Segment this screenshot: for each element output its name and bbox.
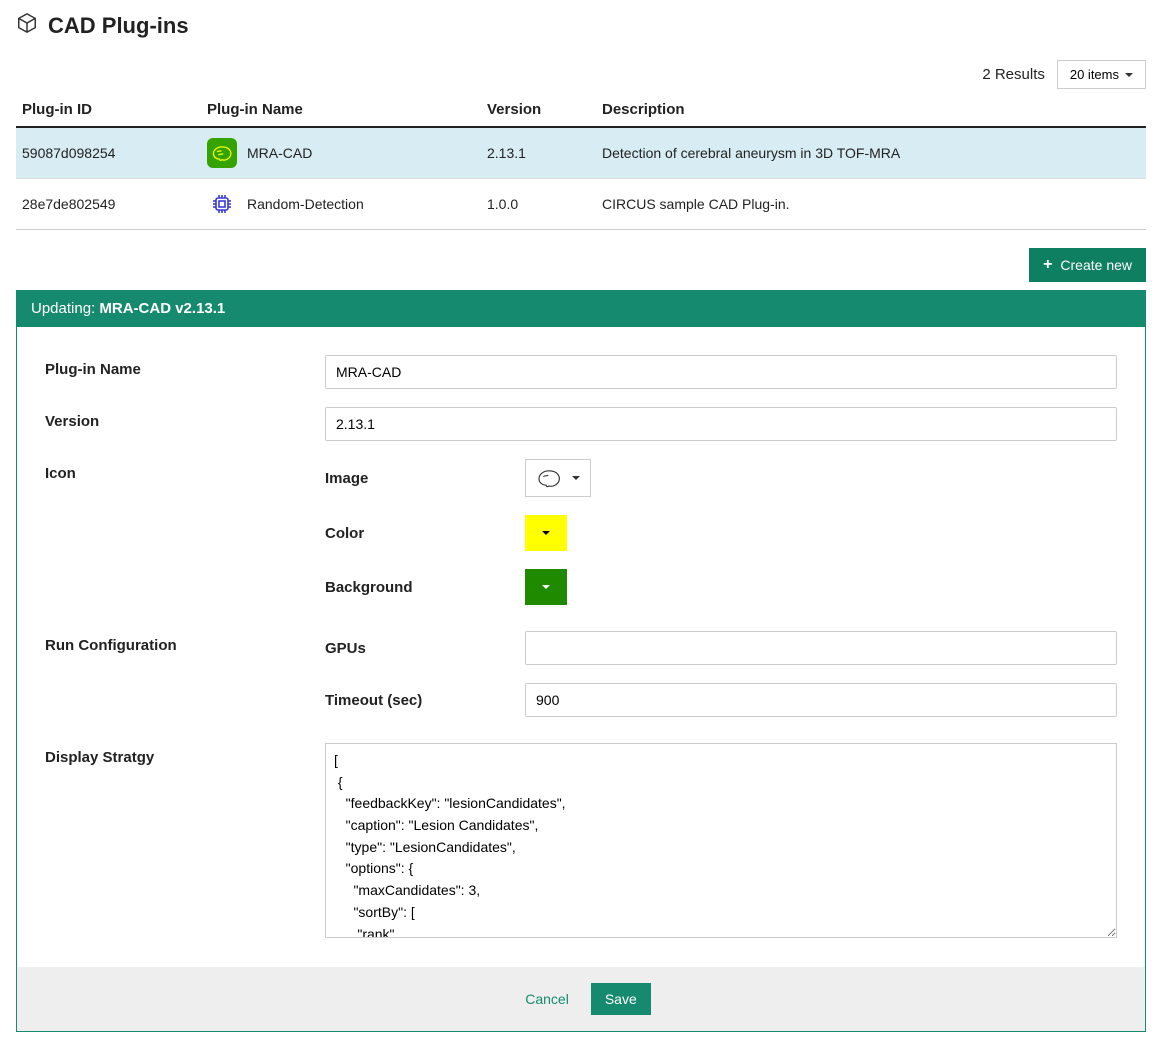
icon-color-label: Color xyxy=(325,525,525,542)
cell-name: Random-Detection xyxy=(247,196,364,212)
col-header-version: Version xyxy=(481,93,596,127)
col-header-name: Plug-in Name xyxy=(201,93,481,127)
editor-panel: Updating: MRA-CAD v2.13.1 Plug-in Name V… xyxy=(16,290,1146,1032)
results-count: 2 Results xyxy=(982,66,1045,83)
icon-background-picker[interactable] xyxy=(525,569,567,605)
version-input[interactable] xyxy=(325,407,1117,441)
icon-image-picker[interactable] xyxy=(525,459,591,497)
chevron-down-icon xyxy=(1125,73,1133,77)
cell-version: 2.13.1 xyxy=(481,127,596,179)
col-header-description: Description xyxy=(596,93,1146,127)
plugin-name-label: Plug-in Name xyxy=(45,355,325,378)
save-button[interactable]: Save xyxy=(591,983,651,1015)
create-new-button[interactable]: + Create new xyxy=(1029,248,1146,282)
editor-header-title: MRA-CAD v2.13.1 xyxy=(99,300,225,317)
create-new-label: Create new xyxy=(1060,257,1132,273)
chevron-down-icon xyxy=(542,585,550,589)
page-header: CAD Plug-ins xyxy=(16,12,1146,40)
timeout-label: Timeout (sec) xyxy=(325,692,525,709)
icon-section-label: Icon xyxy=(45,459,325,482)
cell-id: 28e7de802549 xyxy=(16,179,201,230)
table-row[interactable]: 59087d098254 MRA-CAD 2.13.1 Detection of… xyxy=(16,127,1146,179)
package-icon xyxy=(16,12,38,40)
cell-version: 1.0.0 xyxy=(481,179,596,230)
editor-footer: Cancel Save xyxy=(17,967,1145,1031)
results-bar: 2 Results 20 items xyxy=(16,60,1146,89)
display-strategy-textarea[interactable] xyxy=(325,743,1117,938)
icon-image-label: Image xyxy=(325,470,525,487)
table-row[interactable]: 28e7de802549 Random-Detection xyxy=(16,179,1146,230)
cell-name: MRA-CAD xyxy=(247,145,312,161)
plus-icon: + xyxy=(1043,256,1052,274)
gpus-label: GPUs xyxy=(325,640,525,657)
editor-header-prefix: Updating: xyxy=(31,300,99,317)
run-config-label: Run Configuration xyxy=(45,631,325,654)
items-per-page-select[interactable]: 20 items xyxy=(1057,60,1146,89)
editor-header: Updating: MRA-CAD v2.13.1 xyxy=(17,290,1145,327)
icon-background-label: Background xyxy=(325,579,525,596)
version-label: Version xyxy=(45,407,325,430)
brain-icon xyxy=(207,138,237,168)
cell-description: Detection of cerebral aneurysm in 3D TOF… xyxy=(596,127,1146,179)
chip-icon xyxy=(207,189,237,219)
icon-color-picker[interactable] xyxy=(525,515,567,551)
chevron-down-icon xyxy=(542,531,550,535)
cancel-button[interactable]: Cancel xyxy=(511,983,583,1015)
plugin-name-input[interactable] xyxy=(325,355,1117,389)
cell-description: CIRCUS sample CAD Plug-in. xyxy=(596,179,1146,230)
cell-id: 59087d098254 xyxy=(16,127,201,179)
gpus-input[interactable] xyxy=(525,631,1117,665)
timeout-input[interactable] xyxy=(525,683,1117,717)
display-strategy-label: Display Stratgy xyxy=(45,743,325,766)
page-title: CAD Plug-ins xyxy=(48,13,189,39)
plugin-table: Plug-in ID Plug-in Name Version Descript… xyxy=(16,93,1146,230)
chevron-down-icon xyxy=(572,476,580,480)
items-per-page-label: 20 items xyxy=(1070,67,1119,82)
col-header-id: Plug-in ID xyxy=(16,93,201,127)
brain-icon xyxy=(536,468,562,488)
